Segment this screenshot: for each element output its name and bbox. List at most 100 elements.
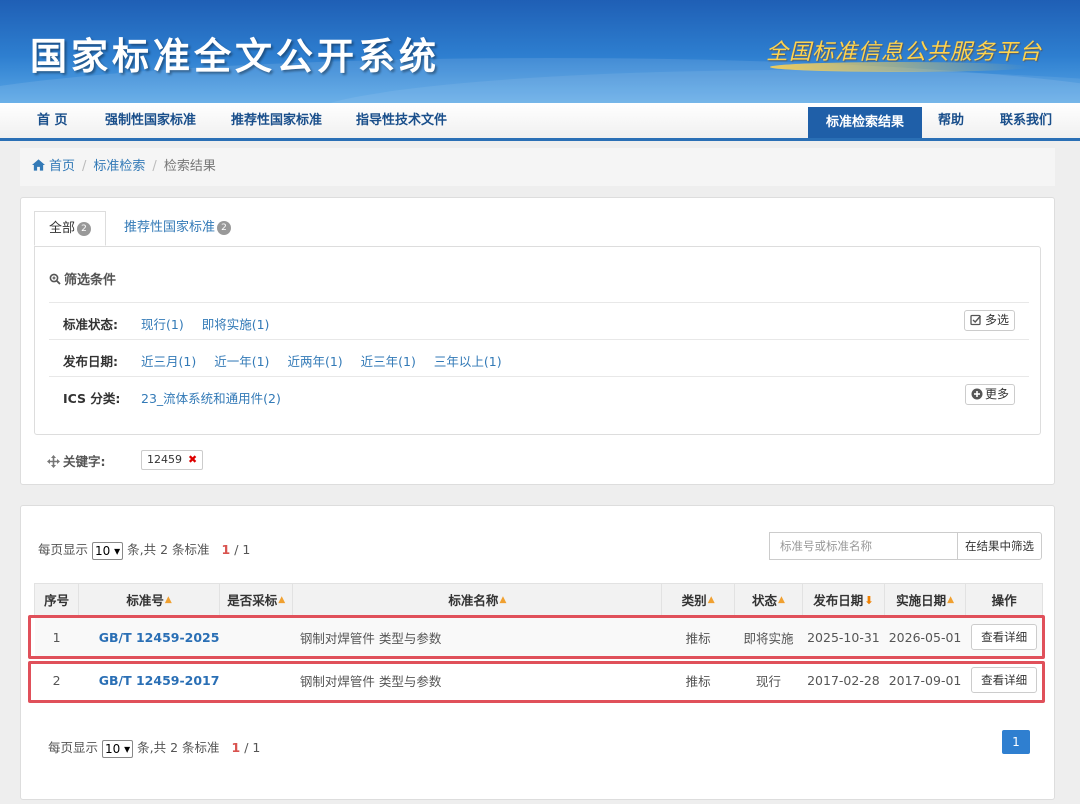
row-name: 钢制对焊管件 类型与参数: [292, 615, 662, 659]
nav-home[interactable]: 首 页: [37, 103, 68, 138]
filter-option[interactable]: 近三月(1): [141, 354, 196, 369]
tab-count-badge: 2: [217, 221, 232, 235]
perpage-select[interactable]: 10 ▾: [102, 739, 134, 758]
page-total: / 1: [230, 542, 251, 557]
filter-option[interactable]: 三年以上(1): [434, 354, 502, 369]
breadcrumb-search[interactable]: 标准检索: [93, 159, 145, 174]
sort-up-icon: ▲: [499, 595, 507, 605]
row-publish-date: 2017-02-28: [802, 658, 885, 702]
filter-option[interactable]: 近三年(1): [361, 354, 416, 369]
col-index: 序号: [33, 583, 80, 616]
row-status: 即将实施: [734, 615, 803, 659]
filter-options: 23_流体系统和通用件(2): [141, 388, 299, 407]
total-suffix: 条标准: [182, 740, 220, 755]
page-total: / 1: [240, 740, 261, 755]
breadcrumb-current: 检索结果: [163, 159, 216, 174]
filter-heading: 筛选条件: [49, 269, 116, 288]
col-publish-date[interactable]: 发布日期⬇: [802, 583, 885, 616]
col-category[interactable]: 类别▲: [661, 583, 735, 616]
current-page: 1: [221, 542, 231, 557]
filter-label: 发布日期:: [63, 354, 118, 369]
nav-guidance-documents[interactable]: 指导性技术文件: [356, 103, 447, 138]
total-count: 2: [170, 740, 179, 755]
row-adopted: [219, 615, 293, 659]
pagination-page-button[interactable]: 1: [1002, 730, 1030, 754]
nav-recommended-standards[interactable]: 推荐性国家标准: [231, 103, 322, 138]
plus-circle-icon: [971, 388, 983, 400]
result-search-input[interactable]: 标准号或标准名称: [769, 532, 958, 560]
sort-down-icon: ⬇: [864, 594, 874, 607]
multi-select-button[interactable]: 多选: [963, 310, 1015, 331]
site-banner: 国家标准全文公开系统 全国标准信息公共服务平台: [0, 0, 1080, 103]
standard-code-link[interactable]: GB/T 12459-2017: [99, 673, 220, 688]
row-implement-date: 2017-09-01: [884, 658, 966, 702]
sort-up-icon: ▲: [707, 595, 715, 605]
breadcrumb-separator: /: [82, 159, 87, 174]
results-table: 序号 标准号▲ 是否采标▲ 标准名称▲ 类别▲ 状态▲ 发布日期⬇ 实施日期▲ …: [33, 583, 1043, 702]
perpage-prefix: 每页显示: [38, 542, 89, 557]
row-category: 推标: [661, 658, 735, 702]
filter-option[interactable]: 近两年(1): [287, 354, 342, 369]
perpage-suffix: 条,共: [127, 542, 157, 557]
keyword-label: 关键字:: [63, 454, 106, 469]
filter-title: 筛选条件: [64, 273, 117, 288]
perpage-value: 10: [95, 543, 111, 558]
nav-help[interactable]: 帮助: [938, 103, 964, 138]
zoom-search-icon: [49, 273, 61, 285]
row-status: 现行: [734, 658, 803, 702]
filter-row-date: 发布日期: 近三月(1) 近一年(1) 近两年(1) 近三年(1) 三年以上(1): [49, 339, 1029, 376]
view-detail-button[interactable]: 查看详细: [971, 667, 1038, 693]
filter-option[interactable]: 23_流体系统和通用件(2): [141, 391, 281, 406]
filter-options: 近三月(1) 近一年(1) 近两年(1) 近三年(1) 三年以上(1): [141, 351, 520, 370]
row-adopted: [219, 658, 293, 702]
row-name: 钢制对焊管件 类型与参数: [292, 658, 662, 702]
row-index: 1: [34, 615, 79, 659]
remove-keyword-icon[interactable]: ✖: [188, 453, 197, 466]
tab-recommended[interactable]: 推荐性国家标准 2: [110, 211, 245, 246]
filter-panel: 全部 2 推荐性国家标准 2 筛选条件 标准状态: 现行(1) 即将实施(1) 多选 …: [20, 197, 1055, 485]
perpage-value: 10: [105, 741, 121, 756]
site-title: 国家标准全文公开系统: [30, 34, 440, 78]
row-index: 2: [34, 658, 79, 702]
col-implement-date[interactable]: 实施日期▲: [883, 583, 967, 616]
col-name[interactable]: 标准名称▲: [292, 583, 663, 616]
perpage-select[interactable]: 10 ▾: [92, 541, 124, 560]
col-adopted[interactable]: 是否采标▲: [218, 583, 294, 616]
perpage-suffix: 条,共: [137, 740, 167, 755]
total-suffix: 条标准: [172, 542, 210, 557]
table-header-row: 序号 标准号▲ 是否采标▲ 标准名称▲ 类别▲ 状态▲ 发布日期⬇ 实施日期▲ …: [33, 583, 1043, 616]
sort-up-icon: ▲: [278, 595, 286, 605]
filter-option[interactable]: 即将实施(1): [202, 317, 270, 332]
row-category: 推标: [661, 615, 735, 659]
keyword-label-wrap: 关键字:: [47, 451, 106, 470]
standard-code-link[interactable]: GB/T 12459-2025: [99, 630, 220, 645]
col-status[interactable]: 状态▲: [733, 583, 804, 616]
more-button[interactable]: 更多: [964, 384, 1015, 405]
table-row: 1 GB/T 12459-2025 钢制对焊管件 类型与参数 推标 即将实施 2…: [34, 615, 1043, 659]
main-nav: 首 页 强制性国家标准 推荐性国家标准 指导性技术文件 标准检索结果 帮助 联系…: [0, 103, 1080, 141]
view-detail-button[interactable]: 查看详细: [971, 624, 1038, 650]
filter-label: 标准状态:: [63, 317, 118, 332]
nav-search-results[interactable]: 标准检索结果: [808, 107, 923, 138]
breadcrumb-separator: /: [152, 159, 157, 174]
nav-contact[interactable]: 联系我们: [1000, 103, 1052, 138]
filter-option[interactable]: 现行(1): [141, 317, 184, 332]
filter-option[interactable]: 近一年(1): [214, 354, 269, 369]
more-label: 更多: [984, 387, 1009, 401]
move-arrows-icon: [47, 455, 60, 468]
filter-options: 现行(1) 即将实施(1): [141, 314, 287, 333]
breadcrumb-home[interactable]: 首页: [49, 159, 75, 174]
col-code[interactable]: 标准号▲: [78, 583, 220, 616]
nav-mandatory-standards[interactable]: 强制性国家标准: [105, 103, 196, 138]
col-action: 操作: [965, 583, 1043, 616]
tab-all[interactable]: 全部 2: [34, 211, 107, 246]
results-panel: 每页显示 10 ▾ 条,共 2 条标准 1 / 1 标准号或标准名称 在结果中筛…: [20, 505, 1055, 800]
filter-in-results-button[interactable]: 在结果中筛选: [957, 532, 1042, 560]
checkbox-edit-icon: [970, 314, 982, 326]
sort-up-icon: ▲: [947, 595, 955, 605]
sort-up-icon: ▲: [778, 595, 785, 605]
sort-up-icon: ▲: [164, 595, 172, 605]
filter-row-status: 标准状态: 现行(1) 即将实施(1) 多选: [49, 302, 1029, 339]
filter-row-ics: ICS 分类: 23_流体系统和通用件(2) 更多: [49, 376, 1029, 413]
breadcrumb: 首页 / 标准检索 / 检索结果: [20, 148, 1055, 186]
